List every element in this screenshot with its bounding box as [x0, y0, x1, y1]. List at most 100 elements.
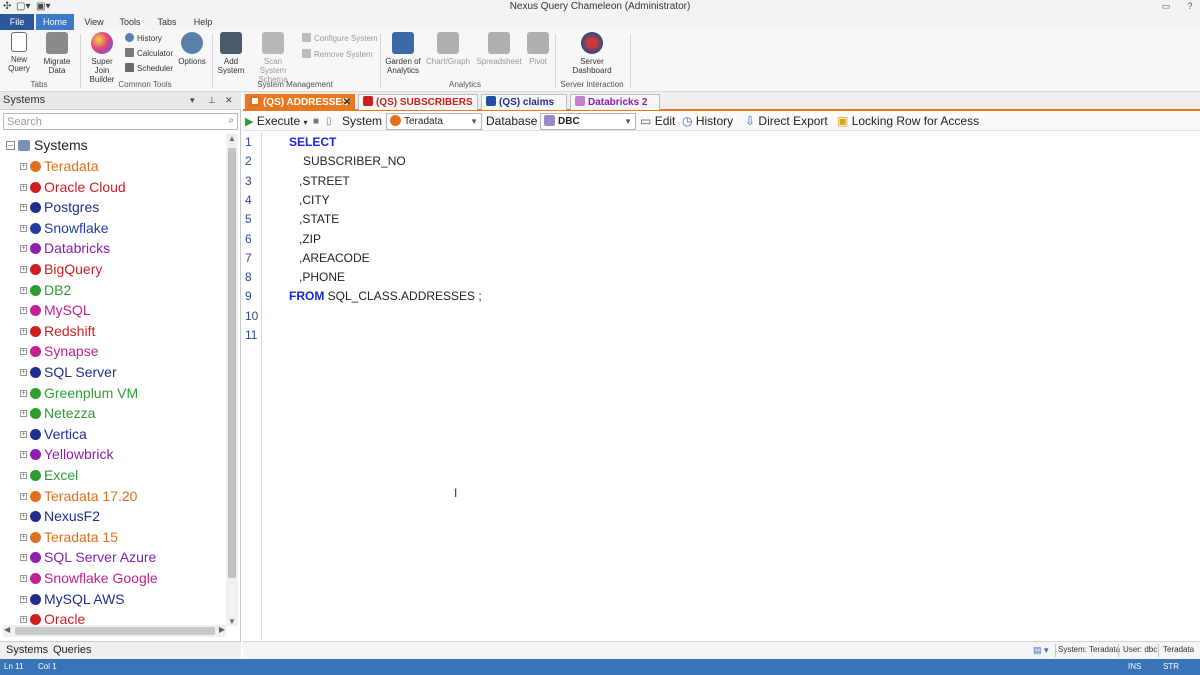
tree-item[interactable]: + Yellowbrick [20, 444, 114, 464]
expand-icon[interactable]: + [20, 616, 27, 624]
expand-icon[interactable]: + [20, 163, 27, 170]
panel-dropdown-icon[interactable]: ▾ [190, 95, 195, 106]
scrollbar-thumb[interactable] [228, 148, 236, 578]
tree-root-systems[interactable]: − Systems [6, 136, 88, 154]
tree-item[interactable]: + BigQuery [20, 259, 102, 279]
scrollbar-thumb[interactable] [15, 627, 215, 635]
scroll-right-icon[interactable]: ▶ [219, 625, 225, 634]
scheduler-button[interactable]: Scheduler [125, 63, 173, 75]
expand-icon[interactable]: + [20, 389, 27, 397]
history-toolbar-button[interactable]: ◷ History [682, 114, 733, 129]
expand-icon[interactable]: + [20, 410, 27, 418]
explain-button[interactable]: ▯ [326, 114, 332, 129]
edit-button[interactable]: ▭ Edit [640, 114, 675, 129]
document-tab[interactable]: (QS) SUBSCRIBERS [358, 94, 478, 110]
scroll-left-icon[interactable]: ◀ [4, 625, 10, 634]
expand-icon[interactable]: + [20, 430, 27, 438]
options-button[interactable]: Options [176, 32, 208, 66]
locking-row-button[interactable]: ▣ Locking Row for Access [837, 114, 979, 129]
expand-icon[interactable]: + [20, 533, 27, 541]
document-tab[interactable]: Databricks 2 [570, 94, 660, 110]
tab-file[interactable]: File [0, 14, 34, 30]
expand-icon[interactable]: + [20, 245, 27, 253]
tree-item[interactable]: + DB2 [20, 280, 71, 300]
tree-item[interactable]: + Teradata 17.20 [20, 486, 137, 506]
tab-systems[interactable]: Systems [6, 644, 48, 656]
tree-item[interactable]: + MySQL AWS [20, 589, 125, 609]
search-input[interactable] [4, 114, 214, 130]
tab-home[interactable]: Home [36, 14, 74, 30]
expand-icon[interactable]: + [20, 595, 27, 603]
database-select[interactable]: DBC ▼ [540, 113, 636, 130]
document-tab[interactable]: (QS) claims [481, 94, 567, 110]
stop-button[interactable]: ■ [313, 114, 319, 129]
tree-item[interactable]: + Databricks [20, 238, 110, 258]
expand-icon[interactable]: + [20, 554, 27, 562]
tree-item[interactable]: + Snowflake [20, 218, 109, 238]
expand-icon[interactable]: + [20, 575, 27, 582]
expand-icon[interactable]: + [20, 286, 27, 294]
tree-item[interactable]: + Netezza [20, 403, 95, 423]
sql-editor[interactable]: SELECT SUBSCRIBER_NO ,STREET ,CITY ,STATE ,ZI… [263, 132, 1200, 640]
garden-of-analytics-button[interactable]: Garden of Analytics [384, 32, 422, 75]
scroll-up-icon[interactable]: ▲ [227, 134, 237, 143]
expand-icon[interactable]: + [20, 369, 27, 376]
execute-button[interactable]: ▶ Execute ▾ [245, 114, 308, 129]
tree-item[interactable]: + Vertica [20, 424, 87, 444]
migrate-data-button[interactable]: Migrate Data [40, 32, 74, 75]
tree-item[interactable]: + Teradata 15 [20, 527, 118, 547]
expand-icon[interactable]: + [20, 204, 27, 212]
tree-vertical-scrollbar[interactable]: ▲ ▼ [226, 134, 238, 626]
expand-icon[interactable]: + [20, 492, 27, 500]
close-tab-icon[interactable]: ✕ [343, 95, 351, 111]
expand-icon[interactable]: + [20, 513, 27, 521]
tree-item[interactable]: + Oracle Cloud [20, 177, 126, 197]
tree-item[interactable]: + Redshift [20, 321, 95, 341]
scan-system-schema-button[interactable]: Scan System Schema [250, 32, 296, 84]
tab-tabs[interactable]: Tabs [154, 14, 180, 30]
close-icon[interactable]: ✕ [225, 95, 233, 106]
direct-export-button[interactable]: ⇩ Direct Export [745, 114, 828, 129]
new-query-button[interactable]: New Query [4, 32, 34, 73]
collapse-icon[interactable]: − [6, 141, 15, 150]
remove-system-button[interactable]: Remove System [302, 49, 373, 61]
tree-item[interactable]: + Postgres [20, 197, 99, 217]
expand-icon[interactable]: + [20, 224, 27, 232]
tree-item[interactable]: + SQL Server [20, 362, 117, 382]
spreadsheet-button[interactable]: Spreadsheet [476, 32, 522, 66]
tab-view[interactable]: View [80, 14, 108, 30]
tree-item[interactable]: + Teradata [20, 156, 98, 176]
history-button[interactable]: History [125, 33, 162, 45]
calculator-button[interactable]: Calculator [125, 48, 173, 60]
help-icon[interactable]: ? [1184, 1, 1196, 12]
expand-icon[interactable]: + [20, 266, 27, 273]
document-tab[interactable]: (QS) ADDRESSES ✕ [245, 94, 355, 110]
super-join-builder-button[interactable]: Super Join Builder [83, 32, 121, 84]
tree-item[interactable]: + SQL Server Azure [20, 547, 156, 567]
restore-icon[interactable]: ▭ [1160, 1, 1172, 12]
pivot-button[interactable]: Pivot [526, 32, 550, 66]
tab-tools[interactable]: Tools [116, 14, 144, 30]
tree-horizontal-scrollbar[interactable]: ◀ ▶ [3, 625, 226, 637]
add-system-button[interactable]: Add System [216, 32, 246, 75]
expand-icon[interactable]: + [20, 183, 27, 191]
tree-item[interactable]: + Greenplum VM [20, 383, 138, 403]
chart-graph-button[interactable]: Chart/Graph [426, 32, 470, 66]
tab-help[interactable]: Help [190, 14, 216, 30]
expand-icon[interactable]: + [20, 472, 27, 479]
pin-icon[interactable]: ⊥ [208, 95, 216, 106]
tree-item[interactable]: + Snowflake Google [20, 568, 158, 588]
server-dashboard-button[interactable]: Server Dashboard [570, 32, 614, 75]
layout-icon[interactable]: ▤ ▾ [1033, 645, 1049, 656]
expand-icon[interactable]: + [20, 348, 27, 356]
tab-queries[interactable]: Queries [53, 644, 92, 656]
expand-icon[interactable]: + [20, 307, 27, 315]
tree-item[interactable]: + Excel [20, 465, 78, 485]
scroll-down-icon[interactable]: ▼ [227, 617, 237, 626]
tree-item[interactable]: + Synapse [20, 341, 98, 361]
system-select[interactable]: Teradata ▼ [386, 113, 482, 130]
tree-item[interactable]: + MySQL [20, 300, 91, 320]
configure-system-button[interactable]: Configure System [302, 33, 378, 45]
expand-icon[interactable]: + [20, 451, 27, 459]
tree-item[interactable]: + NexusF2 [20, 506, 100, 526]
